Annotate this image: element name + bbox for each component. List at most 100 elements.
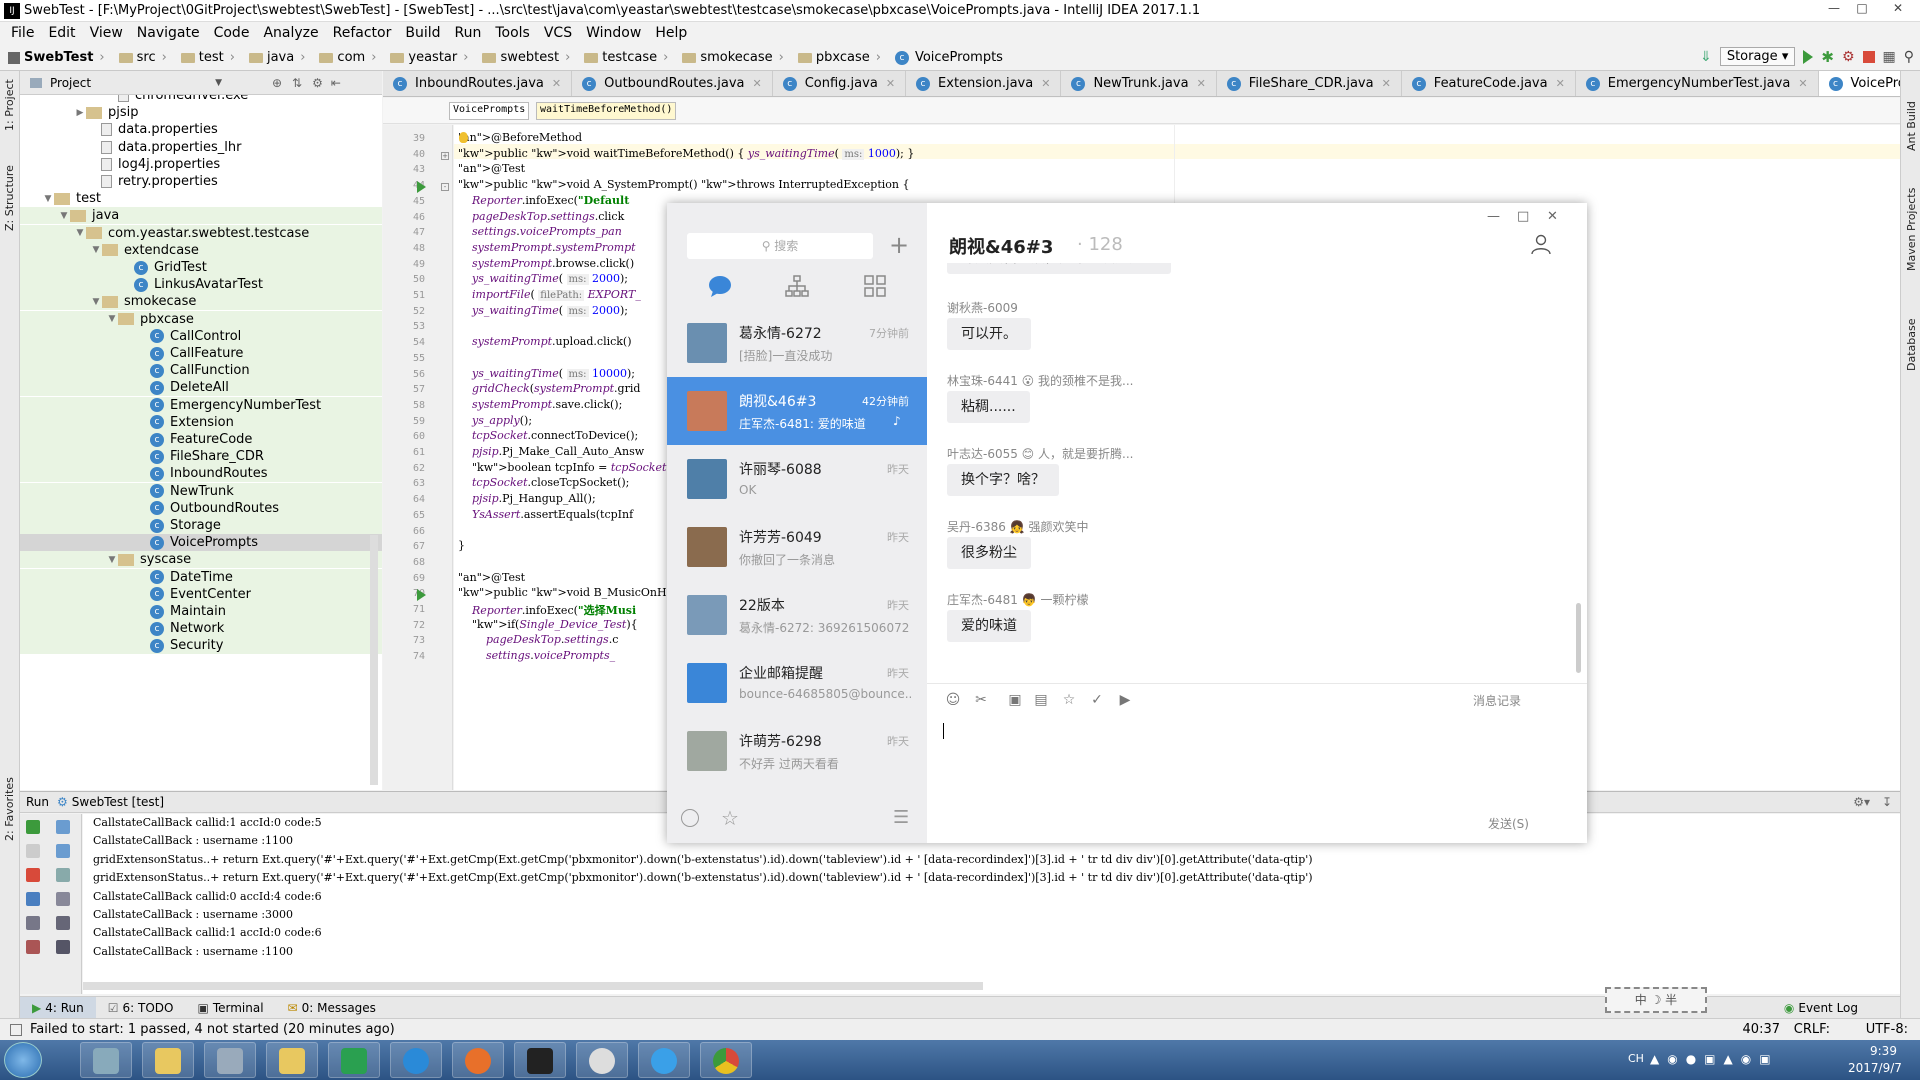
tab-terminal[interactable]: ▣ Terminal bbox=[185, 997, 275, 1019]
tree-item[interactable]: ▼ test bbox=[20, 190, 382, 207]
stop-run-icon[interactable] bbox=[26, 868, 40, 882]
breadcrumb-item[interactable]: yeastar › bbox=[390, 50, 474, 65]
tree-item[interactable]: ▼ syscase bbox=[20, 551, 382, 569]
tree-item[interactable]: c EventCenter bbox=[20, 585, 382, 603]
message-bubble[interactable]: 很多粉尘 bbox=[947, 537, 1031, 569]
menu-vcs[interactable]: VCS bbox=[537, 25, 579, 41]
tray-icons[interactable]: ▲◉●▣▲◉▣ bbox=[1650, 1052, 1820, 1068]
structure-tool-tab[interactable]: Z: Structure bbox=[3, 165, 16, 231]
breadcrumb-item[interactable]: c VoicePrompts bbox=[894, 50, 1003, 65]
chat-close-button[interactable]: ✕ bbox=[1547, 209, 1558, 224]
tree-item[interactable]: c Network bbox=[20, 620, 382, 638]
project-tool-tab[interactable]: 1: Project bbox=[3, 79, 16, 131]
tree-item[interactable]: data.properties bbox=[20, 121, 382, 138]
breadcrumb-item[interactable]: SwebTest › bbox=[8, 50, 111, 65]
tree-item[interactable]: ▼ com.yeastar.swebtest.testcase bbox=[20, 224, 382, 242]
debug-icon[interactable]: ✱ bbox=[1821, 48, 1834, 66]
menu-navigate[interactable]: Navigate bbox=[130, 25, 207, 41]
breadcrumb-item[interactable]: src › bbox=[118, 50, 173, 65]
line-separator[interactable]: CRLF: bbox=[1794, 1022, 1830, 1037]
editor-tab[interactable]: c EmergencyNumberTest.java ✕ bbox=[1576, 71, 1819, 96]
ime-toolbar[interactable]: 中 ☽ 半 bbox=[1605, 987, 1707, 1013]
message-scrollbar[interactable] bbox=[1576, 603, 1581, 673]
image-icon[interactable]: ▣ bbox=[1007, 692, 1023, 708]
tab-run[interactable]: ▶ 4: Run bbox=[20, 996, 96, 1019]
breadcrumb-item[interactable]: smokecase › bbox=[682, 50, 790, 65]
message-bubble[interactable]: 昨天交代阿姨，她早上没通风吗 bbox=[947, 263, 1171, 274]
tree-item[interactable]: c NewTrunk bbox=[20, 482, 382, 500]
tree-item[interactable]: c OutboundRoutes bbox=[20, 499, 382, 517]
tree-item[interactable]: ▼ java bbox=[20, 207, 382, 225]
status-toggle-icon[interactable] bbox=[10, 1023, 22, 1036]
project-view-select[interactable]: Project bbox=[50, 76, 91, 90]
expand-arrow-icon[interactable]: ▼ bbox=[74, 228, 86, 238]
tree-item[interactable]: c Storage bbox=[20, 517, 382, 534]
scroll-up-icon[interactable] bbox=[56, 820, 70, 834]
scroll-down-icon[interactable] bbox=[56, 844, 70, 858]
chat-maximize-button[interactable]: □ bbox=[1517, 209, 1529, 224]
hide-run-panel-icon[interactable]: ↧ bbox=[1882, 795, 1892, 809]
folder-icon[interactable]: ▤ bbox=[1033, 692, 1049, 708]
coverage-icon[interactable]: ⚙ bbox=[1842, 49, 1855, 65]
breadcrumb-item[interactable]: pbxcase › bbox=[797, 50, 887, 65]
panel-settings-icon[interactable]: ⚙▾ bbox=[1853, 795, 1870, 809]
clock-date[interactable]: 2017/9/7 bbox=[1848, 1061, 1902, 1075]
taskbar-app-chat[interactable] bbox=[638, 1042, 690, 1078]
taskbar-app-firefox[interactable] bbox=[452, 1042, 504, 1078]
taskbar-app-explorer[interactable] bbox=[142, 1042, 194, 1078]
pause-icon[interactable] bbox=[26, 892, 40, 906]
editor-tab[interactable]: c Extension.java ✕ bbox=[906, 71, 1062, 96]
tab-messages[interactable]: ✉ 0: Messages bbox=[276, 997, 388, 1019]
tree-item[interactable]: c FileShare_CDR bbox=[20, 448, 382, 466]
expand-arrow-icon[interactable]: ▼ bbox=[106, 314, 118, 324]
print-icon[interactable] bbox=[56, 916, 70, 930]
maven-tool-tab[interactable]: Maven Projects bbox=[1905, 188, 1918, 271]
ant-build-tool-tab[interactable]: Ant Build bbox=[1905, 101, 1918, 151]
close-tab-icon[interactable]: ✕ bbox=[886, 77, 895, 90]
ime-indicator[interactable]: CH bbox=[1628, 1052, 1644, 1065]
org-tree-tab-icon[interactable] bbox=[784, 273, 810, 299]
stop-icon[interactable] bbox=[1862, 50, 1875, 63]
expand-arrow-icon[interactable]: ▼ bbox=[42, 194, 54, 204]
tree-item[interactable]: ▶ pjsip bbox=[20, 104, 382, 121]
breadcrumb-item[interactable]: test › bbox=[180, 50, 241, 65]
message-bubble[interactable]: 爱的味道 bbox=[947, 610, 1031, 642]
class-crumb[interactable]: VoicePrompts bbox=[449, 102, 530, 120]
editor-tab[interactable]: c Config.java ✕ bbox=[773, 71, 907, 96]
tree-item[interactable]: c LinkusAvatarTest bbox=[20, 276, 382, 294]
exit-icon[interactable] bbox=[26, 940, 40, 954]
tree-item[interactable]: c VoicePrompts bbox=[20, 534, 382, 552]
close-tab-icon[interactable]: ✕ bbox=[1556, 77, 1565, 90]
tree-item[interactable]: c DateTime bbox=[20, 568, 382, 586]
fold-marker-icon[interactable]: + bbox=[441, 151, 449, 160]
menu-window[interactable]: Window bbox=[579, 25, 648, 41]
tree-item[interactable]: ▼ smokecase bbox=[20, 293, 382, 311]
close-tab-icon[interactable]: ✕ bbox=[1798, 77, 1807, 90]
breadcrumb-item[interactable]: swebtest › bbox=[482, 50, 576, 65]
close-tab-icon[interactable]: ✕ bbox=[753, 77, 762, 90]
collapse-all-icon[interactable]: ⇅ bbox=[292, 76, 302, 90]
editor-tab[interactable]: c FileShare_CDR.java ✕ bbox=[1217, 71, 1402, 96]
taskbar-app-folder[interactable] bbox=[266, 1042, 318, 1078]
start-button[interactable] bbox=[4, 1042, 42, 1078]
tree-item[interactable]: c FeatureCode bbox=[20, 431, 382, 448]
expand-arrow-icon[interactable]: ▼ bbox=[106, 555, 118, 565]
taskbar-app-green[interactable] bbox=[328, 1042, 380, 1078]
run-icon[interactable] bbox=[1803, 49, 1814, 64]
rerun-failed-icon[interactable] bbox=[26, 844, 40, 858]
send-button[interactable]: 发送(S) bbox=[1488, 815, 1529, 832]
tree-item[interactable]: ▼ pbxcase bbox=[20, 310, 382, 328]
emoji-icon[interactable]: ☺ bbox=[945, 692, 961, 708]
taskbar-app-skype[interactable] bbox=[390, 1042, 442, 1078]
favorites-tool-tab[interactable]: 2: Favorites bbox=[3, 777, 16, 841]
editor-tab[interactable]: c FeatureCode.java ✕ bbox=[1402, 71, 1576, 96]
taskbar-app-computer[interactable] bbox=[80, 1042, 132, 1078]
apps-grid-tab-icon[interactable] bbox=[862, 273, 888, 299]
menu-edit[interactable]: Edit bbox=[41, 25, 82, 41]
editor-tab[interactable]: c InboundRoutes.java ✕ bbox=[383, 71, 573, 96]
tree-item[interactable]: c CallControl bbox=[20, 327, 382, 345]
conversation-item[interactable]: 葛永情-6272 7分钟前 [捂脸]一直没成功 bbox=[667, 309, 927, 377]
scroll-to-end-icon[interactable] bbox=[56, 892, 70, 906]
tree-item[interactable]: c GridTest bbox=[20, 259, 382, 276]
favorites-star-icon[interactable]: ☆ bbox=[721, 806, 739, 830]
